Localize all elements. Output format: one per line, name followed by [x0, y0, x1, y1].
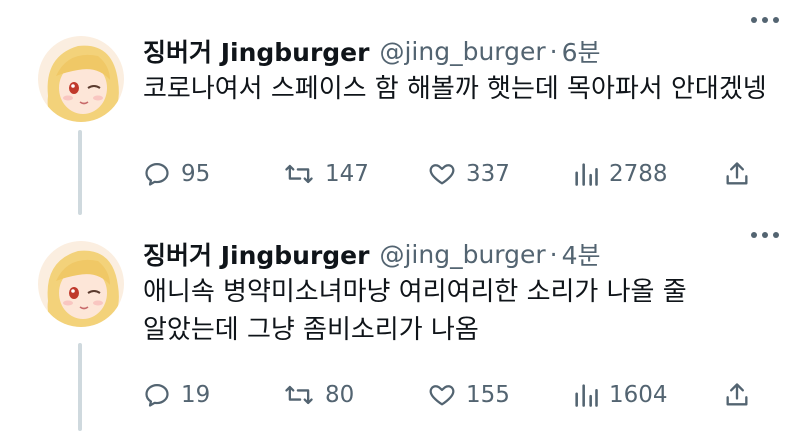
tweet-header: 징버거 Jingburger @jing_burger · 6분 [143, 34, 780, 68]
avatar[interactable] [38, 241, 124, 327]
display-name[interactable]: 징버거 Jingburger [143, 33, 369, 69]
tweet-text: 코로나여서 스페이스 함 해볼까 햇는데 목아파서 안대겠넹 [143, 74, 767, 104]
action-bar: 19 80 155 1604 [143, 375, 763, 415]
tweet-content: 징버거 Jingburger @jing_burger · 6분 코로나여서 스… [143, 34, 780, 108]
separator-dot: · [549, 36, 558, 66]
retweet-icon [285, 385, 313, 405]
more-icon[interactable] [740, 215, 780, 255]
reply-count: 95 [181, 161, 211, 187]
view-count: 1604 [609, 382, 668, 408]
reply-button[interactable]: 19 [143, 381, 210, 409]
share-icon [726, 383, 748, 406]
share-icon [726, 162, 748, 185]
retweet-button[interactable]: 147 [283, 160, 369, 188]
views-button[interactable]: 2788 [573, 160, 668, 188]
reply-button[interactable]: 95 [143, 160, 210, 188]
share-button[interactable] [723, 381, 751, 409]
tweet[interactable]: 징버거 Jingburger @jing_burger · 4분 애니속 병약미… [0, 215, 800, 431]
like-button[interactable]: 337 [428, 160, 510, 188]
more-icon[interactable] [740, 10, 780, 30]
reply-icon [145, 162, 169, 186]
separator-dot: · [549, 239, 558, 269]
tweet-content: 징버거 Jingburger @jing_burger · 4분 애니속 병약미… [143, 237, 780, 349]
thread-line [78, 130, 82, 215]
reply-count: 19 [181, 382, 211, 408]
avatar-image-icon [38, 241, 124, 327]
retweet-button[interactable]: 80 [283, 381, 354, 409]
views-button[interactable]: 1604 [573, 381, 668, 409]
retweet-count: 80 [325, 382, 355, 408]
action-bar: 95 147 337 2788 [143, 154, 763, 194]
avatar-image-icon [38, 36, 124, 122]
display-name[interactable]: 징버거 Jingburger [143, 236, 369, 272]
like-button[interactable]: 155 [428, 381, 510, 409]
tweet-header: 징버거 Jingburger @jing_burger · 4분 [143, 237, 780, 271]
retweet-icon [285, 164, 313, 184]
timestamp[interactable]: 4분 [562, 236, 601, 272]
retweet-count: 147 [325, 161, 369, 187]
like-count: 337 [466, 161, 510, 187]
avatar[interactable] [38, 36, 124, 122]
heart-icon [429, 164, 455, 185]
view-count: 2788 [609, 161, 668, 187]
views-icon [575, 163, 598, 186]
share-button[interactable] [723, 160, 751, 188]
tweet[interactable]: 징버거 Jingburger @jing_burger · 6분 코로나여서 스… [0, 0, 800, 215]
user-handle[interactable]: @jing_burger [379, 240, 545, 269]
user-handle[interactable]: @jing_burger [379, 37, 545, 66]
like-count: 155 [466, 382, 510, 408]
tweet-text: 애니속 병약미소녀마냥 여리여리한 소리가 나올 줄 알았는데 그냥 좀비소리가… [143, 277, 687, 345]
heart-icon [429, 385, 455, 406]
timestamp[interactable]: 6분 [562, 33, 601, 69]
reply-icon [145, 383, 169, 407]
views-icon [575, 384, 598, 407]
thread-line [78, 343, 82, 431]
